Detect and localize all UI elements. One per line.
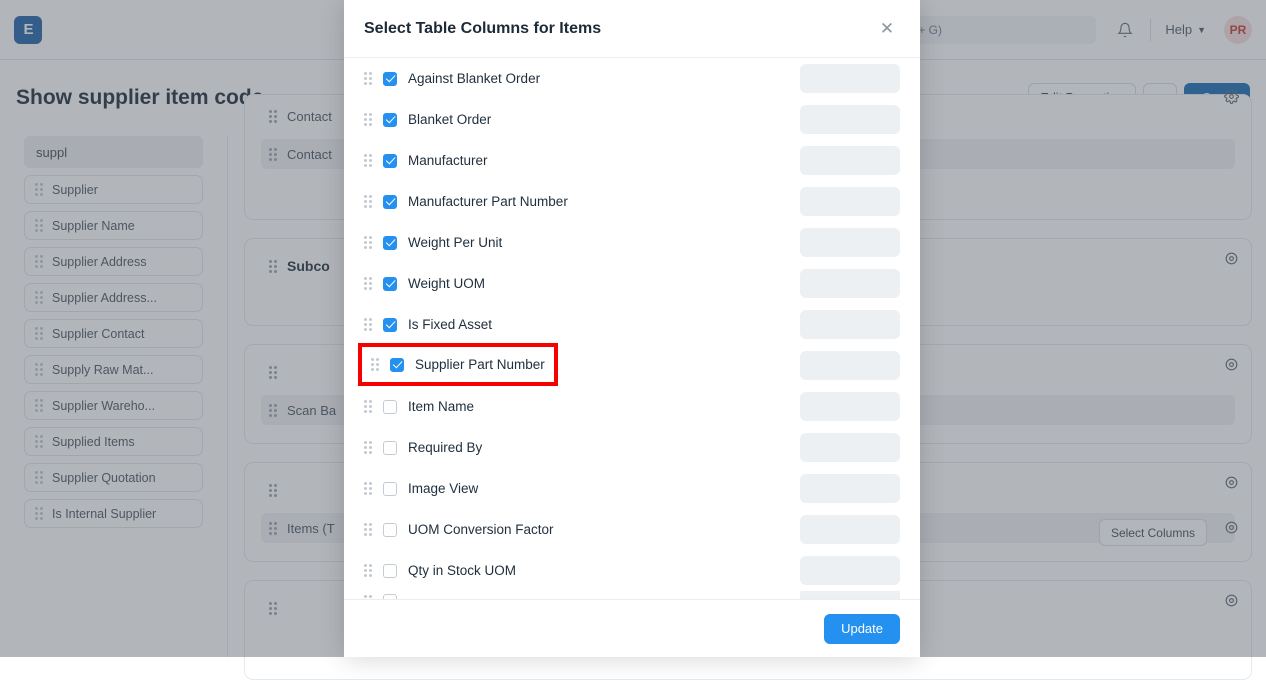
column-label: Weight Per Unit (408, 235, 789, 250)
drag-handle-icon[interactable] (364, 277, 372, 290)
column-row[interactable]: Is Fixed Asset (364, 304, 900, 345)
column-checkbox[interactable] (383, 318, 397, 332)
column-checkbox[interactable] (383, 195, 397, 209)
column-width-input[interactable] (800, 187, 900, 216)
column-width-input[interactable] (800, 351, 900, 380)
column-row[interactable]: Image View (364, 468, 900, 509)
column-label: Blanket Order (408, 112, 789, 127)
column-width-input[interactable] (800, 433, 900, 462)
column-row[interactable]: Weight UOM (364, 263, 900, 304)
column-checkbox[interactable] (383, 113, 397, 127)
update-button[interactable]: Update (824, 614, 900, 644)
column-width-input[interactable] (800, 146, 900, 175)
column-width-input[interactable] (800, 228, 900, 257)
column-width-input[interactable] (800, 105, 900, 134)
drag-handle-icon[interactable] (364, 318, 372, 331)
drag-handle-icon[interactable] (364, 400, 372, 413)
column-row-partial[interactable] (364, 591, 900, 599)
column-checkbox[interactable] (383, 236, 397, 250)
column-checkbox[interactable] (383, 594, 397, 599)
drag-handle-icon[interactable] (364, 236, 372, 249)
column-row[interactable]: Required By (364, 427, 900, 468)
column-checkbox[interactable] (383, 564, 397, 578)
column-label: Manufacturer (408, 153, 789, 168)
drag-handle-icon[interactable] (364, 113, 372, 126)
modal-header: Select Table Columns for Items ✕ (344, 0, 920, 58)
column-checkbox[interactable] (383, 277, 397, 291)
highlighted-column-row[interactable]: Supplier Part Number (362, 347, 554, 382)
column-checkbox[interactable] (383, 523, 397, 537)
column-checkbox[interactable] (383, 400, 397, 414)
close-icon[interactable]: ✕ (874, 16, 900, 42)
annotation-highlight-box: Supplier Part Number (358, 343, 558, 386)
column-width-input[interactable] (800, 310, 900, 339)
drag-handle-icon[interactable] (364, 195, 372, 208)
column-row[interactable]: Against Blanket Order (364, 58, 900, 99)
drag-handle-icon[interactable] (364, 154, 372, 167)
column-label: Weight UOM (408, 276, 789, 291)
column-checkbox[interactable] (383, 154, 397, 168)
modal-title: Select Table Columns for Items (364, 20, 601, 38)
column-checkbox[interactable] (390, 358, 404, 372)
column-label: Required By (408, 440, 789, 455)
select-table-columns-modal: Select Table Columns for Items ✕ Against… (344, 0, 920, 657)
drag-handle-icon[interactable] (364, 441, 372, 454)
drag-handle-icon[interactable] (364, 72, 372, 85)
column-label: Manufacturer Part Number (408, 194, 789, 209)
column-row[interactable]: Weight Per Unit (364, 222, 900, 263)
column-width-input[interactable] (800, 64, 900, 93)
column-row[interactable]: Qty in Stock UOM (364, 550, 900, 591)
drag-handle-icon[interactable] (364, 523, 372, 536)
column-width-input[interactable] (800, 474, 900, 503)
column-checkbox[interactable] (383, 482, 397, 496)
column-row[interactable]: UOM Conversion Factor (364, 509, 900, 550)
modal-footer: Update (344, 599, 920, 657)
column-checkbox[interactable] (383, 441, 397, 455)
column-label: Against Blanket Order (408, 71, 789, 86)
column-label: Supplier Part Number (415, 357, 554, 372)
column-row[interactable]: Manufacturer Part Number (364, 181, 900, 222)
drag-handle-icon[interactable] (364, 564, 372, 577)
column-width-input[interactable] (800, 556, 900, 585)
column-row[interactable]: Blanket Order (364, 99, 900, 140)
column-width-input[interactable] (800, 591, 900, 599)
column-label: Item Name (408, 399, 789, 414)
column-checkbox[interactable] (383, 72, 397, 86)
column-label: UOM Conversion Factor (408, 522, 789, 537)
drag-handle-icon[interactable] (371, 358, 379, 371)
column-width-input[interactable] (800, 515, 900, 544)
column-width-input[interactable] (800, 269, 900, 298)
column-row[interactable]: Manufacturer (364, 140, 900, 181)
drag-handle-icon[interactable] (364, 595, 372, 600)
column-label: Is Fixed Asset (408, 317, 789, 332)
column-label: Image View (408, 481, 789, 496)
drag-handle-icon[interactable] (364, 482, 372, 495)
column-label: Qty in Stock UOM (408, 563, 789, 578)
column-width-input[interactable] (800, 392, 900, 421)
columns-list: Against Blanket Order Blanket Order Manu… (344, 58, 920, 599)
column-row[interactable]: Item Name (364, 386, 900, 427)
